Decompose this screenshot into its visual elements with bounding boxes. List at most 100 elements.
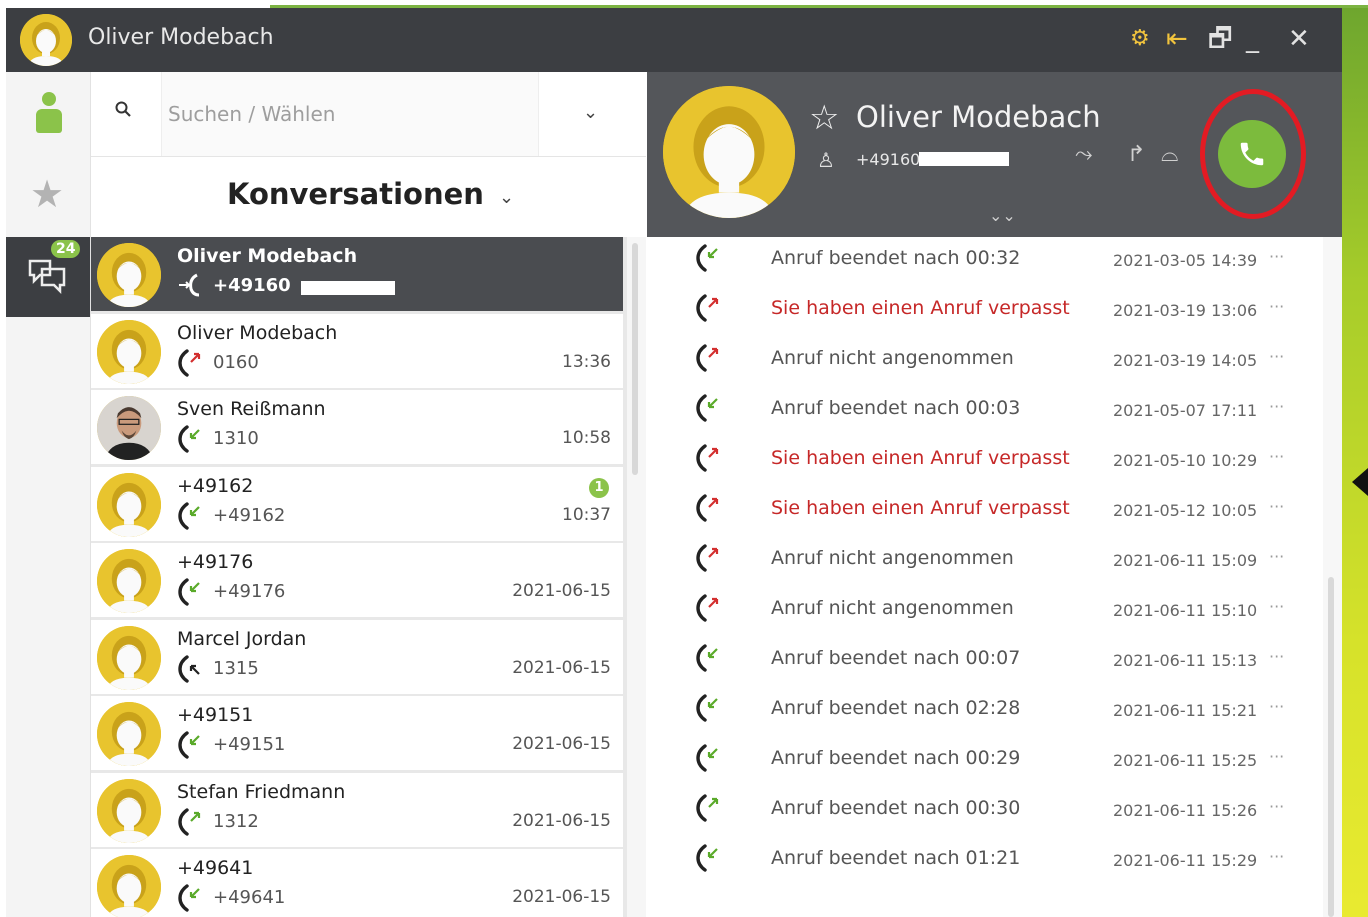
favorites-star-icon[interactable]: ★ bbox=[30, 172, 64, 216]
contact-name: Oliver Modebach bbox=[856, 100, 1101, 134]
forward-icon[interactable]: ↱ bbox=[1127, 142, 1145, 167]
contact-header: ☆ Oliver Modebach ♙ +49160 ⤳ ↱ ⌓ ⌄⌄ bbox=[647, 72, 1342, 237]
history-row[interactable]: Anruf beendet nach 00:32 2021-03-05 14:39… bbox=[647, 237, 1323, 287]
call-type-indicator bbox=[695, 543, 721, 573]
more-options-icon[interactable]: ··· bbox=[1269, 797, 1284, 816]
outgoing-call-icon bbox=[179, 273, 200, 297]
left-nav: ★ 24 bbox=[6, 72, 91, 917]
history-row[interactable]: Anruf nicht angenommen 2021-06-11 15:10 ··… bbox=[647, 587, 1323, 637]
history-row[interactable]: Anruf beendet nach 00:07 2021-06-11 15:13… bbox=[647, 637, 1323, 687]
history-row[interactable]: Anruf beendet nach 00:03 2021-05-07 17:11… bbox=[647, 387, 1323, 437]
chevron-down-icon[interactable]: ⌄ bbox=[583, 102, 598, 123]
conversation-time: 10:37 bbox=[562, 504, 611, 525]
contact-number[interactable]: +49160 bbox=[856, 150, 920, 169]
transfer-icon[interactable]: ⤳ bbox=[1075, 142, 1093, 167]
more-options-icon[interactable]: ··· bbox=[1269, 547, 1284, 566]
restore-icon[interactable]: 🗗 bbox=[1208, 26, 1232, 52]
voicemail-icon[interactable]: ⌓ bbox=[1161, 142, 1178, 167]
pin-icon[interactable]: ⇤ bbox=[1166, 26, 1188, 52]
call-type-indicator bbox=[695, 343, 721, 373]
conversation-item[interactable]: Marcel Jordan 1315 2021-06-15 bbox=[91, 619, 623, 694]
gear-user-icon[interactable]: ⚙ bbox=[1130, 26, 1150, 52]
user-avatar[interactable] bbox=[20, 14, 72, 66]
conversation-item[interactable]: +49162 +49162 10:37 1 bbox=[91, 466, 623, 541]
conversations-filter[interactable]: Konversationen ⌄ bbox=[91, 157, 646, 238]
more-options-icon[interactable]: ··· bbox=[1269, 647, 1284, 666]
expand-details-icon[interactable]: ⌄⌄ bbox=[989, 206, 1016, 225]
answered-call-icon bbox=[178, 501, 200, 530]
redaction-bar bbox=[919, 152, 1009, 166]
history-row[interactable]: Anruf beendet nach 01:21 2021-06-11 15:29… bbox=[647, 837, 1323, 887]
contacts-person-icon[interactable] bbox=[36, 92, 62, 134]
history-text: Anruf beendet nach 00:32 bbox=[771, 247, 1021, 269]
conversation-item[interactable]: +49641 +49641 2021-06-15 bbox=[91, 849, 623, 917]
more-options-icon[interactable]: ··· bbox=[1269, 697, 1284, 716]
avatar bbox=[97, 855, 161, 917]
avatar-placeholder-icon bbox=[97, 855, 161, 917]
conversation-time: 2021-06-15 bbox=[512, 734, 611, 754]
more-options-icon[interactable]: ··· bbox=[1269, 747, 1284, 766]
conversation-name: +49641 bbox=[177, 857, 254, 879]
conversation-item[interactable]: Sven Reißmann 1310 10:58 bbox=[91, 390, 623, 464]
conversations-heading: Konversationen bbox=[227, 177, 484, 211]
chevron-down-icon[interactable]: ⌄ bbox=[499, 187, 514, 208]
conversation-list-scrollbar[interactable] bbox=[627, 237, 646, 917]
conversation-item[interactable]: Oliver Modebach 0160 13:36 bbox=[91, 313, 623, 388]
search-bar: ⌄ bbox=[91, 72, 646, 157]
call-button[interactable] bbox=[1218, 120, 1286, 188]
more-options-icon[interactable]: ··· bbox=[1269, 497, 1284, 516]
more-options-icon[interactable]: ··· bbox=[1269, 347, 1284, 366]
history-date: 2021-03-05 14:39 bbox=[1113, 251, 1258, 270]
more-options-icon[interactable]: ··· bbox=[1269, 397, 1284, 416]
conversation-time: 2021-06-15 bbox=[512, 657, 611, 678]
missed-call-icon bbox=[696, 494, 719, 522]
answered-call-icon bbox=[696, 694, 718, 722]
history-row[interactable]: Anruf beendet nach 00:29 2021-06-11 15:25… bbox=[647, 737, 1323, 787]
history-row[interactable]: Sie haben einen Anruf verpasst 2021-05-10… bbox=[647, 437, 1323, 487]
conversation-item[interactable]: Oliver Modebach +49160 bbox=[91, 237, 623, 311]
history-row[interactable]: Anruf beendet nach 00:30 2021-06-11 15:26… bbox=[647, 787, 1323, 837]
avatar-placeholder-icon bbox=[97, 319, 161, 384]
favorite-star-icon[interactable]: ☆ bbox=[809, 98, 839, 138]
missed-call-icon bbox=[696, 294, 719, 322]
history-text: Anruf beendet nach 01:21 bbox=[771, 847, 1021, 869]
history-row[interactable]: Anruf nicht angenommen 2021-03-19 14:05 ··… bbox=[647, 337, 1323, 387]
history-row[interactable]: Anruf nicht angenommen 2021-06-11 15:09 ··… bbox=[647, 537, 1323, 587]
more-options-icon[interactable]: ··· bbox=[1269, 447, 1284, 466]
history-text: Anruf beendet nach 00:03 bbox=[771, 397, 1021, 419]
history-text: Sie haben einen Anruf verpasst bbox=[771, 297, 1070, 319]
conversations-nav-item[interactable]: 24 bbox=[6, 237, 90, 317]
search-input[interactable] bbox=[161, 72, 539, 156]
history-row[interactable]: Sie haben einen Anruf verpasst 2021-03-19… bbox=[647, 287, 1323, 337]
history-text: Anruf nicht angenommen bbox=[771, 347, 1014, 369]
answered-call-icon bbox=[178, 731, 200, 759]
more-options-icon[interactable]: ··· bbox=[1269, 597, 1284, 616]
unanswered-call-icon bbox=[696, 344, 719, 372]
minimize-icon[interactable]: _ bbox=[1246, 26, 1259, 52]
window-title: Oliver Modebach bbox=[88, 25, 274, 50]
answered-call-icon bbox=[696, 644, 718, 672]
conversation-name: Stefan Friedmann bbox=[177, 780, 346, 803]
conversation-list: Oliver Modebach +49160 Oliver Modebach 0160… bbox=[91, 237, 627, 917]
more-options-icon[interactable]: ··· bbox=[1269, 247, 1284, 266]
conversation-item[interactable]: +49151 +49151 2021-06-15 bbox=[91, 696, 623, 770]
avatar bbox=[97, 396, 161, 460]
conversation-time: 10:58 bbox=[562, 428, 611, 448]
contact-photo bbox=[97, 396, 161, 460]
conversation-name: Oliver Modebach bbox=[177, 245, 358, 267]
conversation-time: 2021-06-15 bbox=[512, 887, 611, 907]
more-options-icon[interactable]: ··· bbox=[1269, 297, 1284, 316]
more-options-icon[interactable]: ··· bbox=[1269, 847, 1284, 866]
history-row[interactable]: Sie haben einen Anruf verpasst 2021-05-12… bbox=[647, 487, 1323, 537]
unanswered-call-icon bbox=[696, 544, 719, 572]
history-row[interactable]: Anruf beendet nach 02:28 2021-06-11 15:21… bbox=[647, 687, 1323, 737]
conversation-name: +49151 bbox=[177, 704, 254, 726]
conversation-name: +49176 bbox=[177, 551, 254, 573]
call-type-indicator bbox=[177, 654, 203, 683]
conversation-item[interactable]: Stefan Friedmann 1312 2021-06-15 bbox=[91, 772, 623, 847]
avatar-placeholder-icon bbox=[663, 86, 795, 218]
history-scrollbar[interactable] bbox=[1323, 237, 1342, 917]
answered-call-icon bbox=[696, 244, 718, 272]
close-icon[interactable]: ✕ bbox=[1288, 26, 1310, 52]
conversation-item[interactable]: +49176 +49176 2021-06-15 bbox=[91, 543, 623, 617]
